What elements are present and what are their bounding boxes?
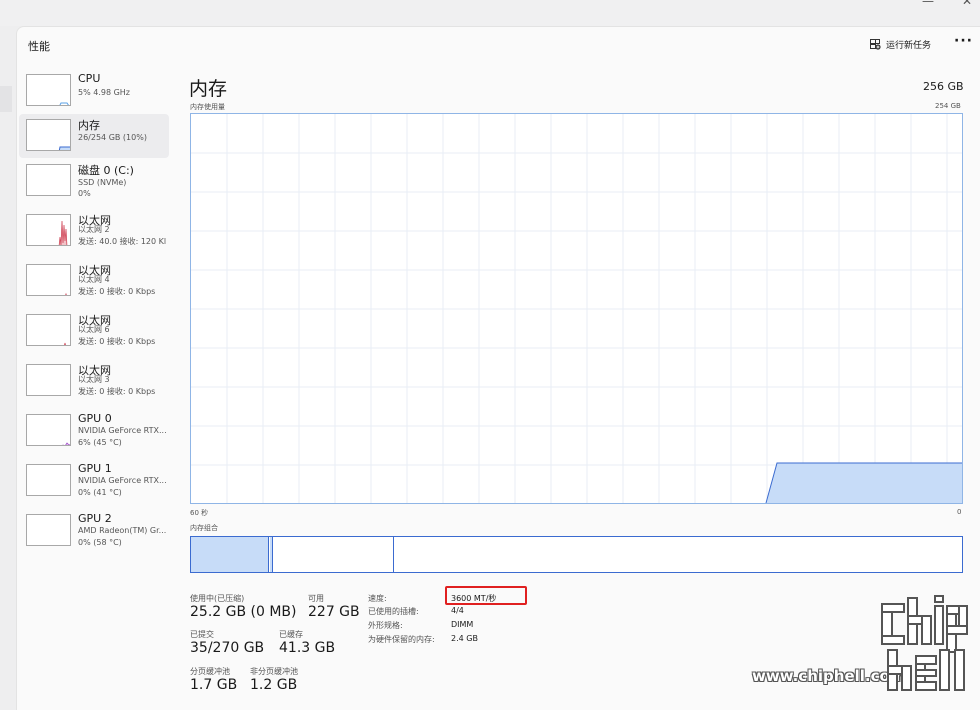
sidebar-item-detail: 5% 4.98 GHz [78,88,131,97]
sidebar-item-gpu-0[interactable]: GPU 0 NVIDIA GeForce RTX... 6% (45 °C) [19,409,169,453]
sidebar-item-label: GPU 1 [78,462,112,475]
chiphell-logo [881,595,968,691]
ethernet-thumbnail [26,264,71,296]
page-title: 性能 [28,40,50,53]
sidebar-item-gpu-1[interactable]: GPU 1 NVIDIA GeForce RTX... 0% (41 °C) [19,459,169,503]
sidebar-item-detail: 以太网 6 [78,325,110,334]
in-use-label: 使用中(已压缩) [190,594,245,603]
sidebar-item-detail: NVIDIA GeForce RTX... [78,476,167,485]
resource-title: 内存 [189,78,228,100]
nonpaged-pool-value: 1.2 GB [250,677,298,693]
sidebar-item-detail: AMD Radeon(TM) Gr... [78,526,167,535]
sidebar-item-cpu[interactable]: CPU 5% 4.98 GHz [19,69,169,113]
sidebar-item-memory[interactable]: 内存 26/254 GB (10%) [19,114,169,158]
slots-used-label: 已使用的插槽: [368,607,419,616]
nonpaged-pool-label: 非分页缓冲池 [250,667,298,676]
memory-usage-label: 内存使用量 [190,103,225,111]
sidebar-item-label: 内存 [78,119,100,132]
memory-usage-chart [191,114,962,504]
sidebar-item-gpu-2[interactable]: GPU 2 AMD Radeon(TM) Gr... 0% (58 °C) [19,509,169,553]
sidebar-item-detail: 以太网 4 [78,275,110,284]
memory-composition-label: 内存组合 [190,524,218,532]
sidebar-item-detail: 26/254 GB (10%) [78,133,147,142]
sidebar-item-label: GPU 0 [78,412,112,425]
composition-standby [274,537,394,572]
sidebar-item-label: 磁盘 0 (C:) [78,164,134,177]
form-factor-label: 外形规格: [368,621,403,630]
sidebar-item-ethernet-4[interactable]: 以太网 以太网 4 发送: 0 接收: 0 Kbps [19,259,169,303]
ethernet-thumbnail [26,214,71,246]
memory-thumbnail [26,119,71,151]
paged-pool-label: 分页缓冲池 [190,667,230,676]
title-bar: — ✕ [0,0,980,26]
run-new-task-button[interactable]: 运行新任务 [870,38,931,51]
committed-value: 35/270 GB [190,640,265,656]
graph-time-span: 60 秒 [190,509,209,517]
sidebar-item-ethernet-3[interactable]: 以太网 以太网 3 发送: 0 接收: 0 Kbps [19,359,169,403]
in-use-value: 25.2 GB (0 MB) [190,604,297,620]
sidebar-item-ethernet-2[interactable]: 以太网 以太网 2 发送: 40.0 接收: 120 Kl [19,209,169,253]
speed-label: 速度: [368,594,387,603]
performance-panel: 性能 运行新任务 ··· CPU 5% 4.98 GHz 内存 26/254 G… [16,26,980,710]
gpu-thumbnail [26,464,71,496]
available-label: 可用 [308,594,324,603]
sidebar-item-label: GPU 2 [78,512,112,525]
cached-label: 已缓存 [279,630,303,639]
cpu-thumbnail [26,74,71,106]
sidebar-item-detail: 发送: 0 接收: 0 Kbps [78,387,156,396]
sidebar-item-detail: 发送: 0 接收: 0 Kbps [78,287,156,296]
sidebar-item-detail: 0% [78,189,91,198]
available-value: 227 GB [308,604,360,620]
disk-thumbnail [26,164,71,196]
gpu-thumbnail [26,414,71,446]
ethernet-thumbnail [26,364,71,396]
gpu-thumbnail [26,514,71,546]
committed-label: 已提交 [190,630,214,639]
sidebar-item-ethernet-6[interactable]: 以太网 以太网 6 发送: 0 接收: 0 Kbps [19,309,169,353]
sidebar-item-detail: SSD (NVMe) [78,178,127,187]
sidebar-item-disk-0[interactable]: 磁盘 0 (C:) SSD (NVMe) 0% [19,159,169,203]
sidebar-item-label: CPU [78,72,101,85]
memory-usage-max: 254 GB [935,102,961,110]
paged-pool-value: 1.7 GB [190,677,238,693]
sidebar-item-detail: 以太网 3 [78,375,110,384]
sidebar-item-detail: 6% (45 °C) [78,438,122,447]
close-icon[interactable]: ✕ [962,0,972,8]
hardware-reserved-value: 2.4 GB [451,634,478,643]
cached-value: 41.3 GB [279,640,336,656]
sidebar-item-detail: 发送: 40.0 接收: 120 Kl [78,237,167,246]
sidebar-item-detail: 发送: 0 接收: 0 Kbps [78,337,156,346]
hardware-reserved-label: 为硬件保留的内存: [368,635,435,644]
graph-time-zero: 0 [957,508,962,516]
memory-total: 256 GB [923,80,964,93]
memory-usage-graph [190,113,963,504]
composition-in-use [191,537,269,572]
minimize-icon[interactable]: — [922,0,934,8]
sidebar-item-detail: 0% (41 °C) [78,488,122,497]
sidebar-item-detail: NVIDIA GeForce RTX... [78,426,167,435]
form-factor-value: DIMM [451,620,474,629]
ethernet-thumbnail [26,314,71,346]
sidebar-item-detail: 0% (58 °C) [78,538,122,547]
sidebar-item-detail: 以太网 2 [78,225,110,234]
memory-usage-area [766,463,962,503]
run-new-task-label: 运行新任务 [886,41,932,51]
more-options-button[interactable]: ··· [954,33,973,49]
nav-rail-item[interactable] [0,86,12,112]
speed-highlight-box [445,586,527,605]
run-task-icon [870,39,881,50]
memory-composition-bar [190,536,963,573]
composition-free [395,537,962,572]
composition-modified [270,537,273,572]
slots-used-value: 4/4 [451,606,464,615]
